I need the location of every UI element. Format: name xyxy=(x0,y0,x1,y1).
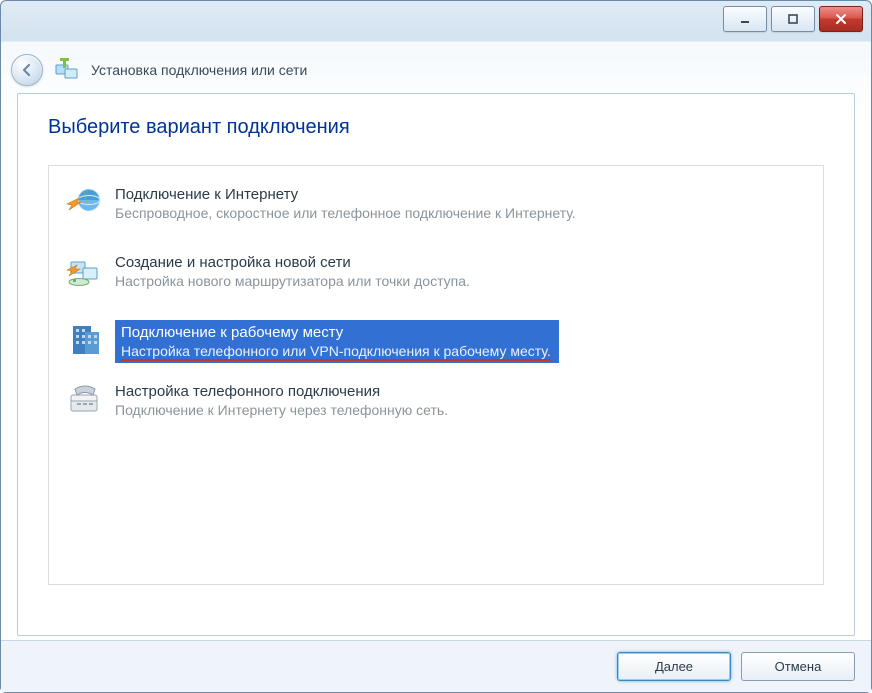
option-title: Подключение к рабочему месту xyxy=(121,324,551,341)
titlebar xyxy=(1,1,871,41)
wizard-title: Установка подключения или сети xyxy=(91,62,307,78)
option-workplace-connection[interactable]: Подключение к рабочему месту Настройка т… xyxy=(59,316,813,369)
cancel-button[interactable]: Отмена xyxy=(741,652,855,681)
option-dialup[interactable]: Настройка телефонного подключения Подклю… xyxy=(59,377,813,437)
content-panel: Выберите вариант подключения Подключение… xyxy=(17,93,855,636)
minimize-button[interactable] xyxy=(723,6,767,32)
option-text: Подключение к рабочему месту Настройка т… xyxy=(115,320,559,363)
option-connect-internet[interactable]: Подключение к Интернету Беспроводное, ск… xyxy=(59,180,813,240)
router-icon xyxy=(65,252,105,292)
connection-option-list: Подключение к Интернету Беспроводное, ск… xyxy=(48,165,824,585)
next-button[interactable]: Далее xyxy=(617,652,731,681)
wizard-window: Установка подключения или сети Выберите … xyxy=(0,0,872,693)
option-title: Создание и настройка новой сети xyxy=(115,254,470,271)
window-buttons xyxy=(723,6,863,32)
option-desc: Настройка телефонного или VPN-подключени… xyxy=(121,343,551,359)
maximize-button[interactable] xyxy=(771,6,815,32)
page-heading: Выберите вариант подключения xyxy=(48,116,824,139)
globe-icon xyxy=(65,184,105,224)
close-button[interactable] xyxy=(819,6,863,32)
back-button[interactable] xyxy=(11,54,43,86)
header: Установка подключения или сети xyxy=(11,49,861,91)
option-desc: Настройка нового маршрутизатора или точк… xyxy=(115,273,470,289)
option-text: Настройка телефонного подключения Подклю… xyxy=(115,381,448,418)
option-desc: Подключение к Интернету через телефонную… xyxy=(115,402,448,418)
option-text: Создание и настройка новой сети Настройк… xyxy=(115,252,470,289)
option-title: Подключение к Интернету xyxy=(115,186,576,203)
option-desc: Беспроводное, скоростное или телефонное … xyxy=(115,205,576,221)
option-title: Настройка телефонного подключения xyxy=(115,383,448,400)
footer: Далее Отмена xyxy=(1,640,871,692)
option-text: Подключение к Интернету Беспроводное, ск… xyxy=(115,184,576,221)
network-wizard-icon xyxy=(53,56,81,84)
building-icon xyxy=(65,320,105,360)
phone-modem-icon xyxy=(65,381,105,421)
option-setup-network[interactable]: Создание и настройка новой сети Настройк… xyxy=(59,248,813,308)
